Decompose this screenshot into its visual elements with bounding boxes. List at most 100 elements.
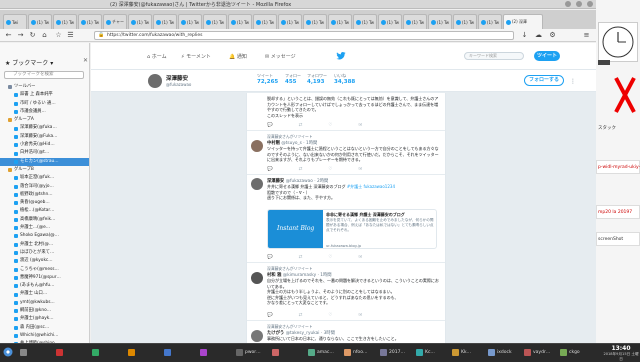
sidebar-item[interactable]: 弁護士…(@e…: [0, 224, 89, 232]
browser-tab[interactable]: (1) Tw: [128, 14, 152, 29]
sidebar-item[interactable]: ほぼひとが来て…: [0, 249, 89, 257]
sidebar-item[interactable]: モヒカン(@strau…: [0, 157, 89, 166]
taskbar-item[interactable]: amac…: [306, 347, 336, 358]
taskbar-item[interactable]: [54, 347, 65, 358]
twitter-bird-icon[interactable]: [336, 51, 346, 61]
minimize-button[interactable]: [565, 1, 571, 7]
taskbar-item[interactable]: Kc…: [414, 347, 437, 358]
tweet[interactable]: 深澤藤安さんがリツイート 村和 雅 @kimuramasky · 1時間 自分が立場…: [247, 263, 445, 321]
retweet-icon[interactable]: ⇄: [299, 313, 303, 318]
reply-icon[interactable]: 💬: [267, 123, 273, 128]
start-menu-icon[interactable]: [3, 347, 13, 357]
forward-button[interactable]: →: [16, 31, 25, 40]
browser-tab[interactable]: (1) Tw: [428, 14, 452, 29]
tweet-avatar[interactable]: [251, 140, 263, 152]
taskbar-item[interactable]: [18, 347, 29, 358]
dm-icon[interactable]: ✉: [358, 313, 362, 318]
taskbar-item[interactable]: ckgo: [558, 347, 582, 358]
retweet-icon[interactable]: ⇄: [299, 123, 303, 128]
right-window-3[interactable]: mp20 la 20197: [596, 205, 640, 219]
close-icon[interactable]: ✕: [83, 57, 88, 64]
retweet-icon[interactable]: ⇄: [299, 255, 303, 260]
nav-messages[interactable]: ✉ メッセージ: [265, 53, 296, 60]
dm-icon[interactable]: ✉: [358, 167, 362, 172]
sidebar-item[interactable]: 落合洋司(@yjo…: [0, 183, 89, 191]
reply-icon[interactable]: 💬: [267, 313, 273, 318]
home-button[interactable]: ⌂: [40, 31, 49, 40]
menu-icon[interactable]: ≡: [582, 31, 591, 40]
maximize-button[interactable]: [576, 1, 582, 7]
bookmark-search-input[interactable]: ブックマークを検索: [4, 71, 84, 79]
sidebar-item[interactable]: ymt(@kwkubs…: [0, 299, 89, 307]
browser-tab[interactable]: (1) Tw: [378, 14, 402, 29]
taskbar-item[interactable]: [162, 347, 173, 358]
taskbar-clock[interactable]: 13:40 2018年9月15日 土曜日: [603, 345, 639, 362]
tweet-avatar[interactable]: [251, 330, 263, 342]
sidebar-item[interactable]: 市議会議員…: [0, 108, 89, 116]
right-window-2[interactable]: p-widl-myrad-ukiy-ri: [596, 160, 640, 174]
browser-tab[interactable]: (1) Tw: [228, 14, 252, 29]
sidebar-item[interactable]: Whichi(@whichi…: [0, 332, 89, 340]
sidebar-item[interactable]: 綱前田(@kno…: [0, 307, 89, 315]
back-button[interactable]: ←: [4, 31, 13, 40]
browser-tab[interactable]: (1) Tw: [78, 14, 102, 29]
browser-tab[interactable]: (1) Tw: [178, 14, 202, 29]
browser-tab[interactable]: (1) Tw: [453, 14, 477, 29]
reload-button[interactable]: ↻: [28, 31, 37, 40]
sidebar-item[interactable]: ツールバー: [0, 83, 89, 91]
sidebar-item[interactable]: (あまもん@hfu…: [0, 282, 89, 290]
taskbar-item[interactable]: [90, 347, 101, 358]
url-bar[interactable]: 🔒 https://twitter.com/fukazawao/with_rep…: [94, 31, 514, 40]
sidebar-item[interactable]: 辞書 上 森本純平: [0, 91, 89, 99]
sidebar-item[interactable]: 植松…(@Kotar…: [0, 207, 89, 215]
browser-tab[interactable]: (1) Tw: [278, 14, 302, 29]
follow-button[interactable]: フォローする: [524, 75, 564, 86]
browser-tab[interactable]: (1) Tw: [28, 14, 52, 29]
tweet-avatar[interactable]: [251, 272, 263, 284]
retweet-icon[interactable]: ⇄: [299, 167, 303, 172]
reply-icon[interactable]: 💬: [267, 167, 273, 172]
nav-home[interactable]: ⌂ ホーム: [147, 53, 167, 60]
browser-tab[interactable]: (1) Tw: [478, 14, 502, 29]
browser-tab[interactable]: (1) Tw: [153, 14, 177, 29]
sidebar-item[interactable]: 深澤藤安(@Fuka…: [0, 133, 89, 141]
stat-followers[interactable]: フォロワー 4,193: [307, 73, 337, 85]
browser-tab[interactable]: (1) Tw: [328, 14, 352, 29]
like-icon[interactable]: ♡: [328, 313, 332, 318]
extensions-icon[interactable]: ⚙: [548, 31, 557, 40]
browser-tab[interactable]: チャー: [103, 14, 127, 29]
taskbar-item[interactable]: pwor…: [234, 347, 263, 358]
tweet-avatar[interactable]: [251, 178, 263, 190]
dm-icon[interactable]: ✉: [358, 255, 362, 260]
reply-icon[interactable]: 💬: [267, 255, 273, 260]
sidebar-item[interactable]: 渡辺 (@kyokc…: [0, 257, 89, 265]
background-window-clock[interactable]: [598, 22, 638, 62]
link-card[interactable]: Instant Blog 非非に寄せる漢郷 弁護士 深澤藤安のブログ 表示を見ていて…: [267, 209, 437, 249]
sidebar-item[interactable]: 坂本正澄(@fuk…: [0, 174, 89, 182]
tweet[interactable]: 深澤藤安さんがリツイート たけがう @takesy_ryukai · 3時間 事務所…: [247, 321, 445, 343]
nav-notifications[interactable]: 🔔 通知: [229, 53, 247, 60]
browser-tab[interactable]: (1) Tw: [53, 14, 77, 29]
close-button[interactable]: [587, 1, 593, 7]
right-window-4[interactable]: screenShot: [596, 232, 640, 246]
sidebar-item[interactable]: 高橋康晴(@feik…: [0, 216, 89, 224]
sidebar-item[interactable]: 弁護士 北村(@…: [0, 241, 89, 249]
sidebar-item[interactable]: 深澤藤安(@fuka…: [0, 124, 89, 132]
stat-tweets[interactable]: ツイート 72,265: [257, 73, 287, 85]
sidebar-item[interactable]: グループA: [0, 116, 89, 124]
browser-tab[interactable]: (2) 深澤: [503, 14, 543, 29]
tweet[interactable]: 深澤藤安さんがリツイート 中村剛 @tsuyo_s · 1時間 ツイッターを持って弁…: [247, 131, 445, 175]
sidebar-item[interactable]: 板野政(@tshn…: [0, 191, 89, 199]
download-icon[interactable]: ↓: [520, 31, 529, 40]
tweet[interactable]: 脱却する」ということは、錯誤の無効（これも既にとっては無効）を意識して、弁護士さ…: [247, 93, 445, 131]
browser-tab[interactable]: Twi: [3, 14, 27, 29]
like-icon[interactable]: ♡: [328, 123, 332, 128]
taskbar-item[interactable]: ixdock: [486, 347, 514, 358]
sidebar-item[interactable]: 森 内田(@sc…: [0, 324, 89, 332]
profile-name[interactable]: 深澤藤安: [166, 74, 188, 82]
sidebar-item[interactable]: 悪魔神971(@spur…: [0, 274, 89, 282]
taskbar-item[interactable]: [198, 347, 209, 358]
taskbar-item[interactable]: [270, 347, 281, 358]
browser-tab[interactable]: (1) Tw: [403, 14, 427, 29]
taskbar-item[interactable]: Kk…: [450, 347, 473, 358]
